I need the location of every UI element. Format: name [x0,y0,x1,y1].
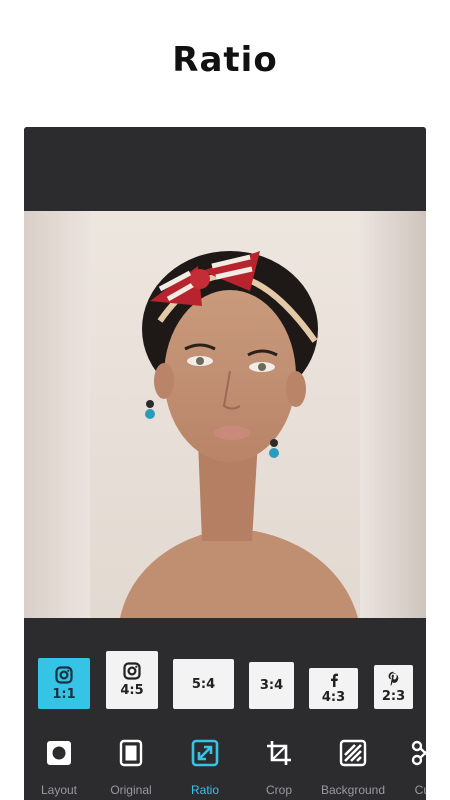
ratio-label: 3:4 [259,678,284,693]
ratio-options: 1:1 4:5 5:4 3:4 4:3 2:3 [24,618,426,718]
tool-label: Ratio [190,783,219,797]
ratio-option-5-4[interactable]: 5:4 [173,659,234,709]
cut-icon [411,740,426,766]
tool-label: Background [320,783,386,797]
tool-label: Cut [414,783,426,797]
ratio-icon [191,739,219,767]
page-title: Ratio [172,40,278,80]
facebook-icon [330,673,338,687]
ratio-label: 1:1 [52,686,76,702]
tool-original[interactable]: Original [96,723,166,800]
blurred-background-left [24,211,90,618]
ratio-label: 4:3 [321,689,346,705]
bottom-toolbar: Layout Original Ratio Crop Background Cu… [24,723,426,800]
ratio-label: 2:3 [381,688,406,704]
ratio-option-2-3[interactable]: 2:3 [374,665,413,709]
photo-canvas[interactable] [24,211,426,618]
ratio-option-3-4[interactable]: 3:4 [249,662,294,709]
pinterest-icon [388,671,399,686]
tool-layout[interactable]: Layout [24,723,94,800]
original-icon [119,739,143,767]
crop-icon [267,741,291,765]
editor-screen: 1:1 4:5 5:4 3:4 4:3 2:3 Layout Original [24,127,426,800]
tool-ratio[interactable]: Ratio [170,723,240,800]
top-bar [24,127,426,211]
ratio-option-4-5[interactable]: 4:5 [106,651,158,709]
instagram-icon [55,665,73,684]
layout-icon [47,741,71,765]
ratio-label: 4:5 [120,683,144,698]
tool-crop[interactable]: Crop [244,723,314,800]
portrait-photo [90,211,360,618]
tool-label: Layout [40,783,78,797]
blurred-background-right [360,211,426,618]
tool-label: Original [110,783,152,797]
instagram-icon [123,662,141,680]
tool-label: Crop [265,783,292,797]
tool-background[interactable]: Background [318,723,388,800]
ratio-option-4-3[interactable]: 4:3 [309,668,358,709]
tool-cut[interactable]: Cut [389,723,426,800]
ratio-label: 5:4 [191,676,216,692]
background-icon [339,739,367,767]
ratio-option-1-1[interactable]: 1:1 [38,658,90,709]
